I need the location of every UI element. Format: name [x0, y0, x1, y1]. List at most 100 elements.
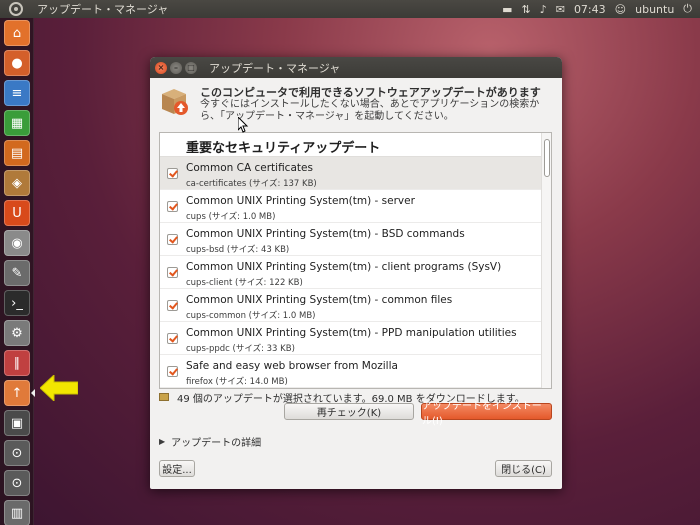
magnifier-icon: ⊙ — [11, 475, 23, 491]
update-row[interactable]: Common UNIX Printing System(tm) - PPD ma… — [160, 322, 542, 355]
update-name: Safe and easy web browser from Mozilla — [186, 360, 398, 372]
update-list[interactable]: 重要なセキュリティアップデート Common CA certificates ca… — [159, 132, 552, 389]
update-row[interactable]: Safe and easy web browser from Mozilla fi… — [160, 355, 542, 388]
mouse-cursor-icon — [238, 117, 249, 133]
section-title: 重要なセキュリティアップデート — [186, 141, 381, 156]
network-indicator-icon[interactable]: ⇅ — [521, 3, 530, 16]
launcher-screenshot[interactable]: ◉ — [4, 230, 30, 256]
scrollbar-thumb[interactable] — [544, 139, 550, 177]
update-row[interactable]: Common UNIX Printing System(tm) - common… — [160, 289, 542, 322]
update-package-size: ca-certificates (サイズ: 137 KB) — [186, 179, 317, 189]
launcher-ubuntu-one[interactable]: U — [4, 200, 30, 226]
launcher-lens-apps[interactable]: ⊙ — [4, 440, 30, 466]
spreadsheet-icon: ▦ — [10, 115, 24, 131]
close-button[interactable]: 閉じる(C) — [495, 460, 552, 477]
dialog-title: アップデート・マネージャ — [209, 61, 341, 75]
pencil-icon: ✎ — [11, 265, 23, 281]
user-name[interactable]: ubuntu — [635, 3, 674, 16]
recheck-button[interactable]: 再チェック(K) — [284, 403, 414, 420]
update-row[interactable]: Common UNIX Printing System(tm) - server… — [160, 190, 542, 223]
update-package-size: cups-ppdc (サイズ: 33 KB) — [186, 344, 295, 354]
clock[interactable]: 07:43 — [574, 3, 606, 16]
update-checkbox[interactable] — [167, 267, 178, 278]
list-scrollbar[interactable] — [541, 133, 551, 388]
launcher-software-center[interactable]: ◈ — [4, 170, 30, 196]
update-name: Common UNIX Printing System(tm) - server — [186, 195, 415, 207]
update-row[interactable]: Common UNIX Printing System(tm) - client… — [160, 256, 542, 289]
update-package-size: cups (サイズ: 1.0 MB) — [186, 212, 276, 222]
launcher-calc[interactable]: ▦ — [4, 110, 30, 136]
mail-indicator-icon[interactable]: ✉ — [556, 3, 565, 16]
update-package-size: cups-common (サイズ: 1.0 MB) — [186, 311, 316, 321]
power-icon[interactable]: ⏻ — [683, 2, 692, 16]
trash-icon: ▥ — [10, 505, 24, 521]
update-details-expander[interactable]: ▶ アップデートの詳細 — [159, 434, 261, 449]
launcher-workspace-switcher[interactable]: ▣ — [4, 410, 30, 436]
headline: このコンピュータで利用できるソフトウェアアップデートがあります — [200, 86, 541, 99]
launcher-firefox[interactable]: ● — [4, 50, 30, 76]
launcher-writer[interactable]: ≡ — [4, 80, 30, 106]
package-update-icon — [162, 89, 188, 115]
window-minimize-icon[interactable]: – — [170, 61, 182, 74]
update-name: Common UNIX Printing System(tm) - common… — [186, 294, 453, 306]
update-package-size: cups-bsd (サイズ: 43 KB) — [186, 245, 290, 255]
document-icon: ≡ — [11, 85, 23, 101]
update-name: Common UNIX Printing System(tm) - BSD co… — [186, 228, 465, 240]
settings-button[interactable]: 設定... — [159, 460, 195, 477]
expander-arrow-icon: ▶ — [159, 437, 166, 446]
launcher-workspaces[interactable]: ∥ — [4, 350, 30, 376]
update-package-size: firefox (サイズ: 14.0 MB) — [186, 377, 288, 387]
update-package-size: cups-client (サイズ: 122 KB) — [186, 278, 303, 288]
update-manager-dialog: × – □ アップデート・マネージャ このコンピュータで利用できるソフトウェアア… — [150, 57, 562, 489]
details-label: アップデートの詳細 — [171, 438, 262, 449]
presentation-icon: ▤ — [10, 145, 24, 161]
workspace-icon: ▣ — [10, 415, 24, 431]
u-icon: U — [12, 205, 22, 221]
update-name: Common CA certificates — [186, 162, 313, 174]
dialog-titlebar[interactable]: × – □ アップデート・マネージャ — [150, 57, 562, 78]
window-close-icon[interactable]: × — [155, 61, 167, 74]
annotation-arrow-icon — [40, 375, 78, 401]
launcher-update-manager[interactable]: ↑ — [4, 380, 30, 406]
launcher-home-folder[interactable]: ⌂ — [4, 20, 30, 46]
box-icon: ◈ — [12, 175, 22, 191]
dialog-header: このコンピュータで利用できるソフトウェアアップデートがあります 今すぐにはインス… — [150, 78, 562, 128]
tools-icon: ⚙ — [11, 325, 23, 341]
magnifier-icon: ⊙ — [11, 445, 23, 461]
window-maximize-icon[interactable]: □ — [185, 61, 197, 74]
list-section-header: 重要なセキュリティアップデート — [160, 133, 542, 157]
update-row[interactable]: Common UNIX Printing System(tm) - BSD co… — [160, 223, 542, 256]
update-checkbox[interactable] — [167, 333, 178, 344]
launcher-system-settings[interactable]: ⚙ — [4, 320, 30, 346]
launcher-lens-files[interactable]: ⊙ — [4, 470, 30, 496]
home-icon: ⌂ — [12, 25, 22, 41]
launcher: ⌂ ● ≡ ▦ ▤ ◈ U ◉ ✎ ›_ ⚙ ∥ ↑ ▣ ⊙ ⊙ ▥ — [0, 18, 35, 525]
top-panel: アップデート・マネージャ ▬ ⇅ ♪ ✉ 07:43 ☺ ubuntu ⏻ — [0, 0, 700, 18]
update-checkbox[interactable] — [167, 168, 178, 179]
launcher-active-indicator-icon — [31, 389, 35, 397]
keyboard-indicator-icon[interactable]: ▬ — [502, 3, 512, 16]
update-checkbox[interactable] — [167, 300, 178, 311]
subtext: 今すぐにはインストールしたくない場合、あとでアプリケーションの検索から、「アップ… — [200, 99, 540, 122]
launcher-impress[interactable]: ▤ — [4, 140, 30, 166]
download-size-icon — [159, 393, 169, 401]
user-indicator-icon[interactable]: ☺ — [615, 3, 626, 16]
active-window-title: アップデート・マネージャ — [37, 3, 169, 16]
firefox-icon: ● — [11, 55, 23, 71]
launcher-text-editor[interactable]: ✎ — [4, 260, 30, 286]
update-name: Common UNIX Printing System(tm) - client… — [186, 261, 502, 273]
update-checkbox[interactable] — [167, 366, 178, 377]
ubuntu-logo-icon[interactable] — [9, 2, 23, 16]
camera-icon: ◉ — [11, 235, 23, 251]
launcher-terminal[interactable]: ›_ — [4, 290, 30, 316]
update-checkbox[interactable] — [167, 201, 178, 212]
update-name: Common UNIX Printing System(tm) - PPD ma… — [186, 327, 517, 339]
update-row[interactable]: Common CA certificates ca-certificates (サ… — [160, 157, 542, 190]
sound-indicator-icon[interactable]: ♪ — [540, 3, 547, 16]
pencils-icon: ∥ — [13, 355, 21, 371]
install-updates-button[interactable]: アップデートをインストール(I) — [421, 401, 552, 427]
indicator-area: ▬ ⇅ ♪ ✉ 07:43 ☺ ubuntu ⏻ — [502, 2, 700, 16]
update-icon: ↑ — [11, 385, 23, 401]
launcher-trash[interactable]: ▥ — [4, 500, 30, 525]
update-checkbox[interactable] — [167, 234, 178, 245]
